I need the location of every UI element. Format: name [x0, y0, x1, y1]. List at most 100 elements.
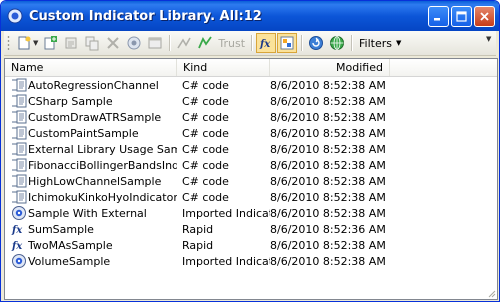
table-row[interactable]: VolumeSample Imported Indicator8/6/2010 8… — [5, 253, 497, 269]
maximize-icon — [456, 10, 467, 22]
imported-indicator-icon — [11, 253, 27, 269]
row-name: CustomPaintSample — [28, 126, 139, 140]
row-kind: C# code — [182, 126, 229, 140]
row-kind: Rapid — [182, 238, 214, 252]
edit-icon — [65, 37, 77, 49]
rapid-fx-icon: fx — [11, 221, 27, 237]
table-row[interactable]: Sample With External Imported Indicator8/… — [5, 205, 497, 221]
row-modified: 8/6/2010 8:52:38 AM — [270, 158, 386, 172]
row-modified: 8/6/2010 8:52:38 AM — [270, 94, 386, 108]
trust-button-label[interactable]: Trust — [218, 37, 245, 50]
row-name-cell: CSharp Sample — [5, 93, 177, 109]
row-kind: Imported Indicator — [182, 206, 270, 220]
row-name: TwoMAsSample — [28, 238, 113, 252]
table-row[interactable]: FibonacciBollingerBandsIndi... C# code 8/6… — [5, 157, 497, 173]
row-kind: C# code — [182, 158, 229, 172]
table-row[interactable]: fx SumSample Rapid 8/6/2010 8:52:36 AM — [5, 221, 497, 237]
filters-dropdown[interactable]: Filters ▼ — [359, 37, 401, 50]
csharp-filter-toggle[interactable] — [277, 33, 298, 53]
row-modified: 8/6/2010 8:52:38 AM — [270, 126, 386, 140]
column-header-modified[interactable]: Modified — [270, 59, 390, 76]
fx-icon: fx — [259, 39, 271, 50]
resize-grip-icon[interactable] — [486, 288, 496, 298]
svg-text:fx: fx — [11, 241, 23, 252]
row-name: AutoRegressionChannel — [28, 78, 159, 92]
maximize-button[interactable] — [451, 5, 472, 27]
table-row[interactable]: HighLowChannelSample C# code 8/6/2010 8:52… — [5, 173, 497, 189]
csharp-code-icon — [11, 157, 27, 173]
table-row[interactable]: External Library Usage Sample C# code 8/6/… — [5, 141, 497, 157]
table-row[interactable]: AutoRegressionChannel C# code 8/6/2010 8:5… — [5, 77, 497, 93]
indicator-list[interactable]: Name Kind Modified AutoRegressionChannel… — [4, 58, 498, 300]
column-header-kind[interactable]: Kind — [177, 59, 270, 76]
row-kind: Rapid — [182, 222, 214, 236]
close-button[interactable] — [474, 5, 495, 27]
row-modified: 8/6/2010 8:52:38 AM — [270, 78, 386, 92]
csharp-code-icon — [11, 93, 27, 109]
imported-indicator-icon — [11, 205, 27, 221]
row-name-cell: IchimokuKinkoHyoIndicator — [5, 189, 177, 205]
code-file-icon — [280, 36, 294, 50]
window-title: Custom Indicator Library. All:12 — [29, 8, 262, 24]
refresh-button[interactable] — [306, 33, 326, 53]
column-header-name[interactable]: Name — [5, 59, 177, 76]
copy-button[interactable] — [82, 33, 102, 53]
add-item-icon — [44, 36, 58, 50]
table-row[interactable]: fx TwoMAsSample Rapid 8/6/2010 8:52:38 AM — [5, 237, 497, 253]
row-kind: C# code — [182, 142, 229, 156]
library-app-icon — [7, 8, 23, 24]
add-button[interactable] — [40, 33, 60, 53]
row-kind: C# code — [182, 78, 229, 92]
minimize-icon — [434, 17, 440, 20]
copy-icon — [85, 36, 99, 51]
chart-button[interactable] — [174, 33, 194, 53]
csharp-code-icon — [11, 141, 27, 157]
toolbar-separator — [301, 35, 304, 51]
filters-label: Filters — [359, 36, 393, 50]
table-row[interactable]: IchimokuKinkoHyoIndicator C# code 8/6/2010… — [5, 189, 497, 205]
toolbar-overflow-chevron-icon[interactable]: ▼ — [486, 35, 494, 43]
csharp-code-icon — [11, 189, 27, 205]
row-name-cell: fx SumSample — [5, 221, 177, 237]
row-name: HighLowChannelSample — [28, 174, 162, 188]
table-row[interactable]: CSharp Sample C# code 8/6/2010 8:52:38 AM — [5, 93, 497, 109]
row-name: CSharp Sample — [28, 94, 113, 108]
trust-toggle-button[interactable] — [195, 33, 215, 53]
chart-line-icon — [177, 37, 192, 49]
rapid-filter-toggle[interactable]: fx — [256, 33, 277, 53]
new-indicator-button[interactable] — [14, 33, 34, 53]
row-modified: 8/6/2010 8:52:38 AM — [270, 254, 386, 268]
list-header: Name Kind Modified — [5, 59, 497, 77]
toolbar-separator — [169, 35, 172, 51]
row-name-cell: External Library Usage Sample — [5, 141, 177, 157]
properties-icon — [148, 37, 162, 49]
row-name-cell: FibonacciBollingerBandsIndi... — [5, 157, 177, 173]
delete-button[interactable] — [103, 33, 123, 53]
csharp-code-icon — [11, 173, 27, 189]
row-name: External Library Usage Sample — [28, 142, 177, 156]
toolbar-separator — [351, 35, 354, 51]
close-icon — [480, 11, 489, 21]
edit-button[interactable] — [61, 33, 81, 53]
new-dropdown-chevron-icon[interactable]: ▼ — [33, 39, 38, 47]
new-document-icon — [18, 36, 31, 50]
table-row[interactable]: CustomPaintSample C# code 8/6/2010 8:52:38… — [5, 125, 497, 141]
toolbar-grip[interactable] — [7, 35, 10, 51]
row-kind: C# code — [182, 174, 229, 188]
trust-shield-icon — [198, 36, 213, 49]
row-kind: C# code — [182, 94, 229, 108]
row-name: VolumeSample — [28, 254, 111, 268]
minimize-button[interactable] — [428, 5, 449, 27]
row-modified: 8/6/2010 8:52:38 AM — [270, 174, 386, 188]
row-modified: 8/6/2010 8:52:38 AM — [270, 110, 386, 124]
library-window: Custom Indicator Library. All:12 ▼ Trust… — [0, 0, 500, 302]
properties-button[interactable] — [145, 33, 165, 53]
compile-button[interactable] — [124, 33, 144, 53]
row-kind: C# code — [182, 190, 229, 204]
row-modified: 8/6/2010 8:52:36 AM — [270, 222, 386, 236]
row-name-cell: CustomPaintSample — [5, 125, 177, 141]
web-button[interactable] — [327, 33, 347, 53]
table-row[interactable]: CustomDrawATRSample C# code 8/6/2010 8:52:… — [5, 109, 497, 125]
title-bar[interactable]: Custom Indicator Library. All:12 — [1, 1, 499, 31]
row-name-cell: AutoRegressionChannel — [5, 77, 177, 93]
